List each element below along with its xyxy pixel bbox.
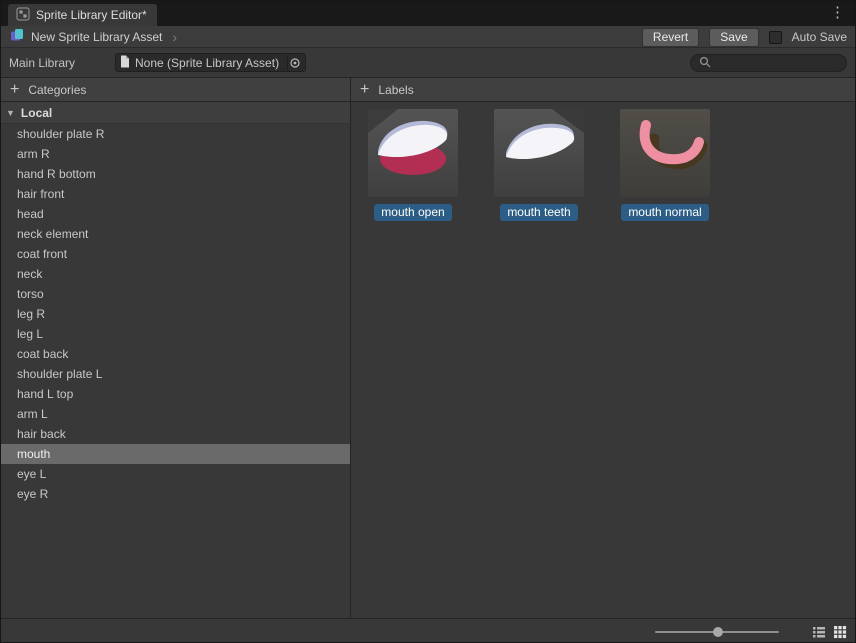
category-item[interactable]: torso: [1, 284, 350, 304]
category-item[interactable]: hand L top: [1, 384, 350, 404]
document-icon: [120, 55, 130, 71]
save-button[interactable]: Save: [709, 28, 758, 47]
bottom-bar: [1, 618, 855, 643]
add-label-icon[interactable]: +: [360, 82, 369, 98]
tab-sprite-library-editor[interactable]: Sprite Library Editor*: [8, 4, 157, 26]
category-item[interactable]: shoulder plate L: [1, 364, 350, 384]
label-tile-mouth-open[interactable]: mouth open: [368, 109, 458, 221]
add-category-icon[interactable]: +: [10, 82, 19, 98]
main-library-row: Main Library None (Sprite Library Asset): [1, 48, 855, 77]
auto-save-checkbox[interactable]: [769, 31, 782, 44]
category-item[interactable]: hair back: [1, 424, 350, 444]
label-tile-mouth-teeth[interactable]: mouth teeth: [494, 109, 584, 221]
auto-save-label: Auto Save: [792, 30, 847, 44]
category-item[interactable]: hand R bottom: [1, 164, 350, 184]
categories-panel: ▼ Local shoulder plate R arm R hand R bo…: [1, 102, 351, 618]
slider-knob[interactable]: [713, 627, 723, 637]
category-item-selected[interactable]: mouth: [1, 444, 350, 464]
breadcrumb-label: New Sprite Library Asset: [31, 30, 162, 44]
list-view-icon[interactable]: [812, 625, 826, 642]
revert-button[interactable]: Revert: [642, 28, 699, 47]
sprite-library-icon: [16, 7, 30, 24]
category-item[interactable]: leg L: [1, 324, 350, 344]
category-item[interactable]: arm R: [1, 144, 350, 164]
content-area: ▼ Local shoulder plate R arm R hand R bo…: [1, 102, 855, 618]
category-item[interactable]: shoulder plate R: [1, 124, 350, 144]
main-library-object-field[interactable]: None (Sprite Library Asset): [115, 53, 306, 72]
main-library-label: Main Library: [9, 56, 115, 70]
object-picker-icon[interactable]: [287, 55, 302, 70]
category-item[interactable]: coat front: [1, 244, 350, 264]
search-input[interactable]: [715, 56, 856, 70]
categories-title: Categories: [28, 83, 86, 97]
breadcrumb[interactable]: New Sprite Library Asset ›: [1, 27, 177, 46]
search-field[interactable]: [690, 54, 847, 72]
foldout-open-icon: ▼: [6, 108, 15, 118]
asset-icon: [9, 27, 25, 46]
tab-bar: Sprite Library Editor* ⋮: [1, 1, 855, 26]
label-name-badge: mouth normal: [621, 204, 708, 221]
search-icon: [699, 56, 711, 71]
sprite-library-editor-window: Sprite Library Editor* ⋮ New Sprite Libr…: [0, 0, 856, 643]
category-item[interactable]: neck: [1, 264, 350, 284]
local-group-label: Local: [21, 106, 52, 120]
label-grid: mouth open: [351, 102, 855, 221]
tab-title: Sprite Library Editor*: [36, 8, 147, 22]
sprite-thumbnail-mouth-teeth: [494, 109, 584, 197]
label-name-badge: mouth open: [374, 204, 451, 221]
category-item[interactable]: eye R: [1, 484, 350, 504]
grid-view-icon[interactable]: [833, 625, 847, 642]
category-item[interactable]: neck element: [1, 224, 350, 244]
sprite-thumbnail-mouth-open: [368, 109, 458, 197]
label-name-badge: mouth teeth: [500, 204, 577, 221]
breadcrumb-chevron-icon: ›: [172, 29, 177, 45]
categories-header: + Categories: [1, 78, 351, 101]
labels-title: Labels: [378, 83, 413, 97]
overflow-menu-icon[interactable]: ⋮: [830, 4, 845, 22]
category-item[interactable]: arm L: [1, 404, 350, 424]
thumbnail-size-slider[interactable]: [655, 631, 779, 633]
labels-header: + Labels: [351, 78, 855, 101]
category-item[interactable]: eye L: [1, 464, 350, 484]
category-list: shoulder plate R arm R hand R bottom hai…: [1, 124, 350, 504]
category-item[interactable]: head: [1, 204, 350, 224]
category-item[interactable]: coat back: [1, 344, 350, 364]
labels-panel: mouth open: [351, 102, 855, 618]
panel-headers: + Categories + Labels: [1, 77, 855, 102]
category-item[interactable]: leg R: [1, 304, 350, 324]
sprite-thumbnail-mouth-normal: [620, 109, 710, 197]
object-field-value: None (Sprite Library Asset): [135, 56, 282, 70]
label-tile-mouth-normal[interactable]: mouth normal: [620, 109, 710, 221]
local-foldout[interactable]: ▼ Local: [1, 102, 350, 124]
toolbar: New Sprite Library Asset › Revert Save A…: [1, 26, 855, 48]
category-item[interactable]: hair front: [1, 184, 350, 204]
